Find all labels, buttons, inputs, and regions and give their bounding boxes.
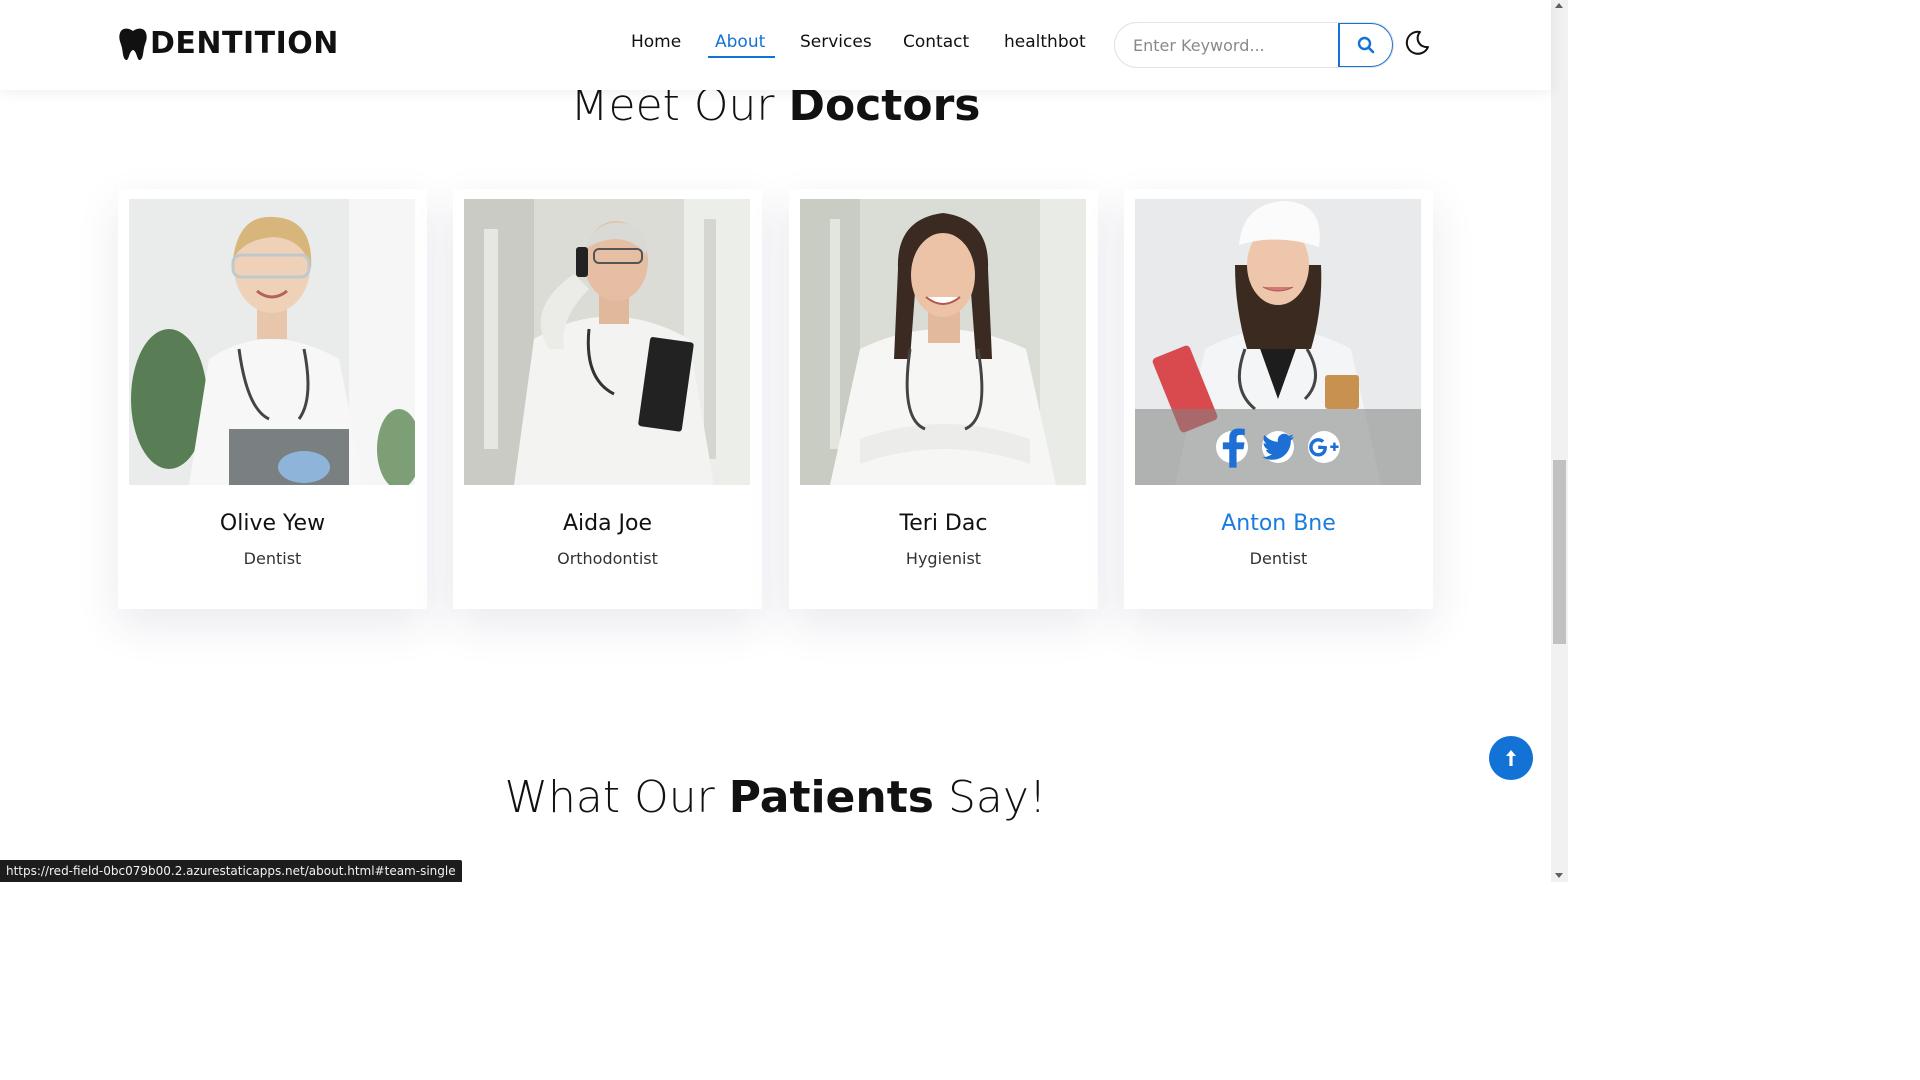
doctor-name[interactable]: Olive Yew [118,511,427,536]
nav-healthbot[interactable]: healthbot [1004,32,1086,52]
scroll-down-arrow[interactable] [1555,873,1563,878]
moon-icon [1405,30,1429,55]
doctor-role: Dentist [243,549,302,568]
doctor-card[interactable]: Anton Bne Dentist [1124,189,1433,609]
title-bold: Patients [728,772,934,823]
page-scrollbar[interactable] [1551,0,1568,882]
search-button[interactable] [1338,23,1393,67]
doctor-photo [464,199,750,485]
doctor-photo-image [129,199,415,485]
doctor-role: Dentist [1249,549,1308,568]
social-links-overlay [1135,409,1421,485]
doctor-photo [1135,199,1421,485]
title-light: What Our [504,772,729,823]
search-icon [1357,36,1375,54]
doctor-photo-image [800,199,1086,485]
theme-toggle-button[interactable] [1403,29,1431,57]
doctor-card[interactable]: Olive Yew Dentist [118,189,427,609]
doctor-role: Hygienist [905,549,982,568]
twitter-link[interactable] [1262,431,1294,463]
nav-contact[interactable]: Contact [903,32,969,52]
nav-home[interactable]: Home [631,32,681,52]
patients-section-title: What Our Patients Say! [0,772,1551,823]
google-plus-link[interactable] [1308,431,1340,463]
doctor-name[interactable]: Anton Bne [1124,511,1433,536]
nav-about[interactable]: About [715,32,765,52]
doctor-name[interactable]: Aida Joe [453,511,762,536]
scroll-thumb[interactable] [1553,460,1566,644]
doctor-card[interactable]: Teri Dac Hygienist [789,189,1098,609]
tooth-icon [119,28,147,60]
back-to-top-button[interactable] [1489,736,1533,780]
nav-services[interactable]: Services [800,32,872,52]
doctor-name[interactable]: Teri Dac [789,511,1098,536]
google-plus-icon [1309,438,1339,457]
facebook-link[interactable] [1216,428,1248,468]
facebook-icon [1222,428,1245,468]
logo-text: DENTITION [150,26,339,61]
title-light-end: Say! [933,772,1047,823]
search-form [1114,22,1394,68]
site-header: DENTITION Home About Services Contact he… [0,0,1551,90]
logo[interactable]: DENTITION [118,26,339,61]
arrow-up-icon [1506,750,1516,766]
doctor-photo [800,199,1086,485]
doctor-role: Orthodontist [557,549,658,568]
search-input[interactable] [1115,23,1339,67]
doctor-photo-image [464,199,750,485]
browser-status-url: https://red-field-0bc079b00.2.azurestati… [0,860,462,882]
doctor-photo [129,199,415,485]
scroll-up-arrow[interactable] [1555,3,1563,8]
twitter-icon [1262,433,1294,460]
nav-active-indicator [708,56,775,58]
doctor-card[interactable]: Aida Joe Orthodontist [453,189,762,609]
